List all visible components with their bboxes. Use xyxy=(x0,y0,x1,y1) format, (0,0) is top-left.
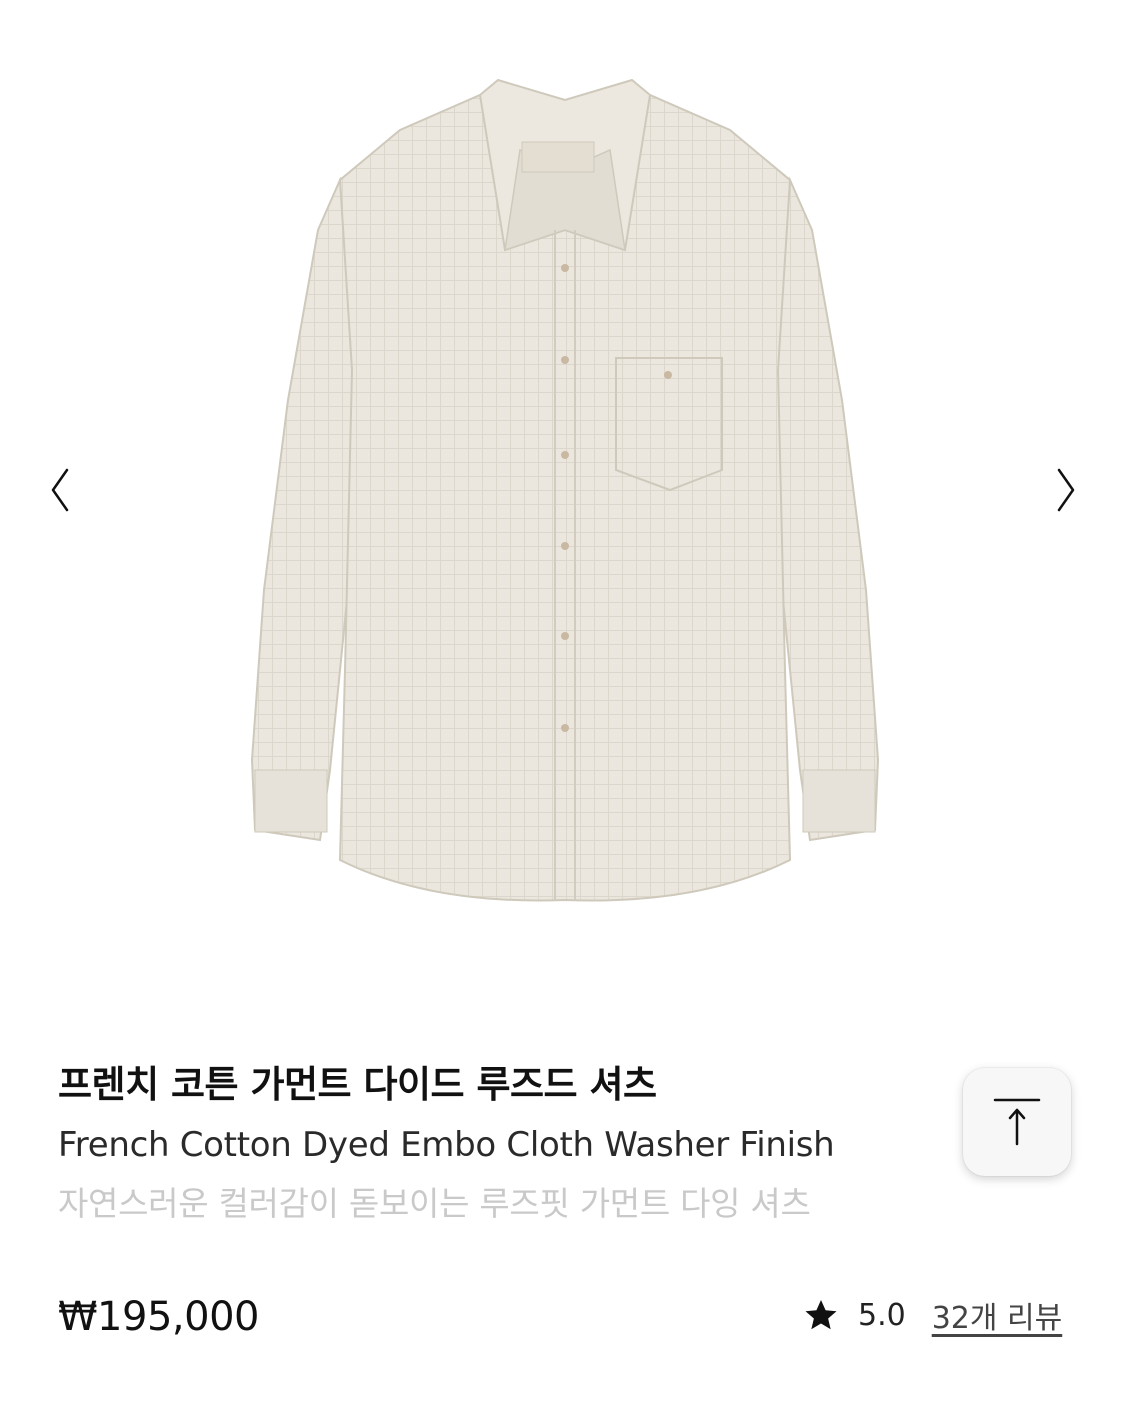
chevron-left-icon xyxy=(51,468,69,512)
product-image xyxy=(250,78,880,902)
rating-value: 5.0 xyxy=(858,1297,906,1333)
product-rating: 5.0 32개 리뷰 xyxy=(802,1290,1062,1340)
product-title-ko: 프렌치 코튼 가먼트 다이드 루즈드 셔츠 xyxy=(58,1063,657,1106)
product-image-gallery[interactable] xyxy=(0,0,1125,1010)
prev-image-button[interactable] xyxy=(40,455,80,525)
star-icon xyxy=(802,1296,840,1334)
arrow-up-to-line-icon xyxy=(993,1098,1041,1146)
chevron-right-icon xyxy=(1057,468,1075,512)
scroll-to-top-button[interactable] xyxy=(963,1068,1071,1176)
product-price: ₩195,000 xyxy=(58,1294,259,1340)
review-count-link[interactable]: 32개 리뷰 xyxy=(932,1293,1063,1337)
product-title-en: French Cotton Dyed Embo Cloth Washer Fin… xyxy=(58,1125,835,1165)
product-subtitle: 자연스러운 컬러감이 돋보이는 루즈핏 가먼트 다잉 셔츠 xyxy=(58,1184,811,1223)
next-image-button[interactable] xyxy=(1046,455,1086,525)
product-info: 프렌치 코튼 가먼트 다이드 루즈드 셔츠 French Cotton Dyed… xyxy=(58,1055,958,1229)
